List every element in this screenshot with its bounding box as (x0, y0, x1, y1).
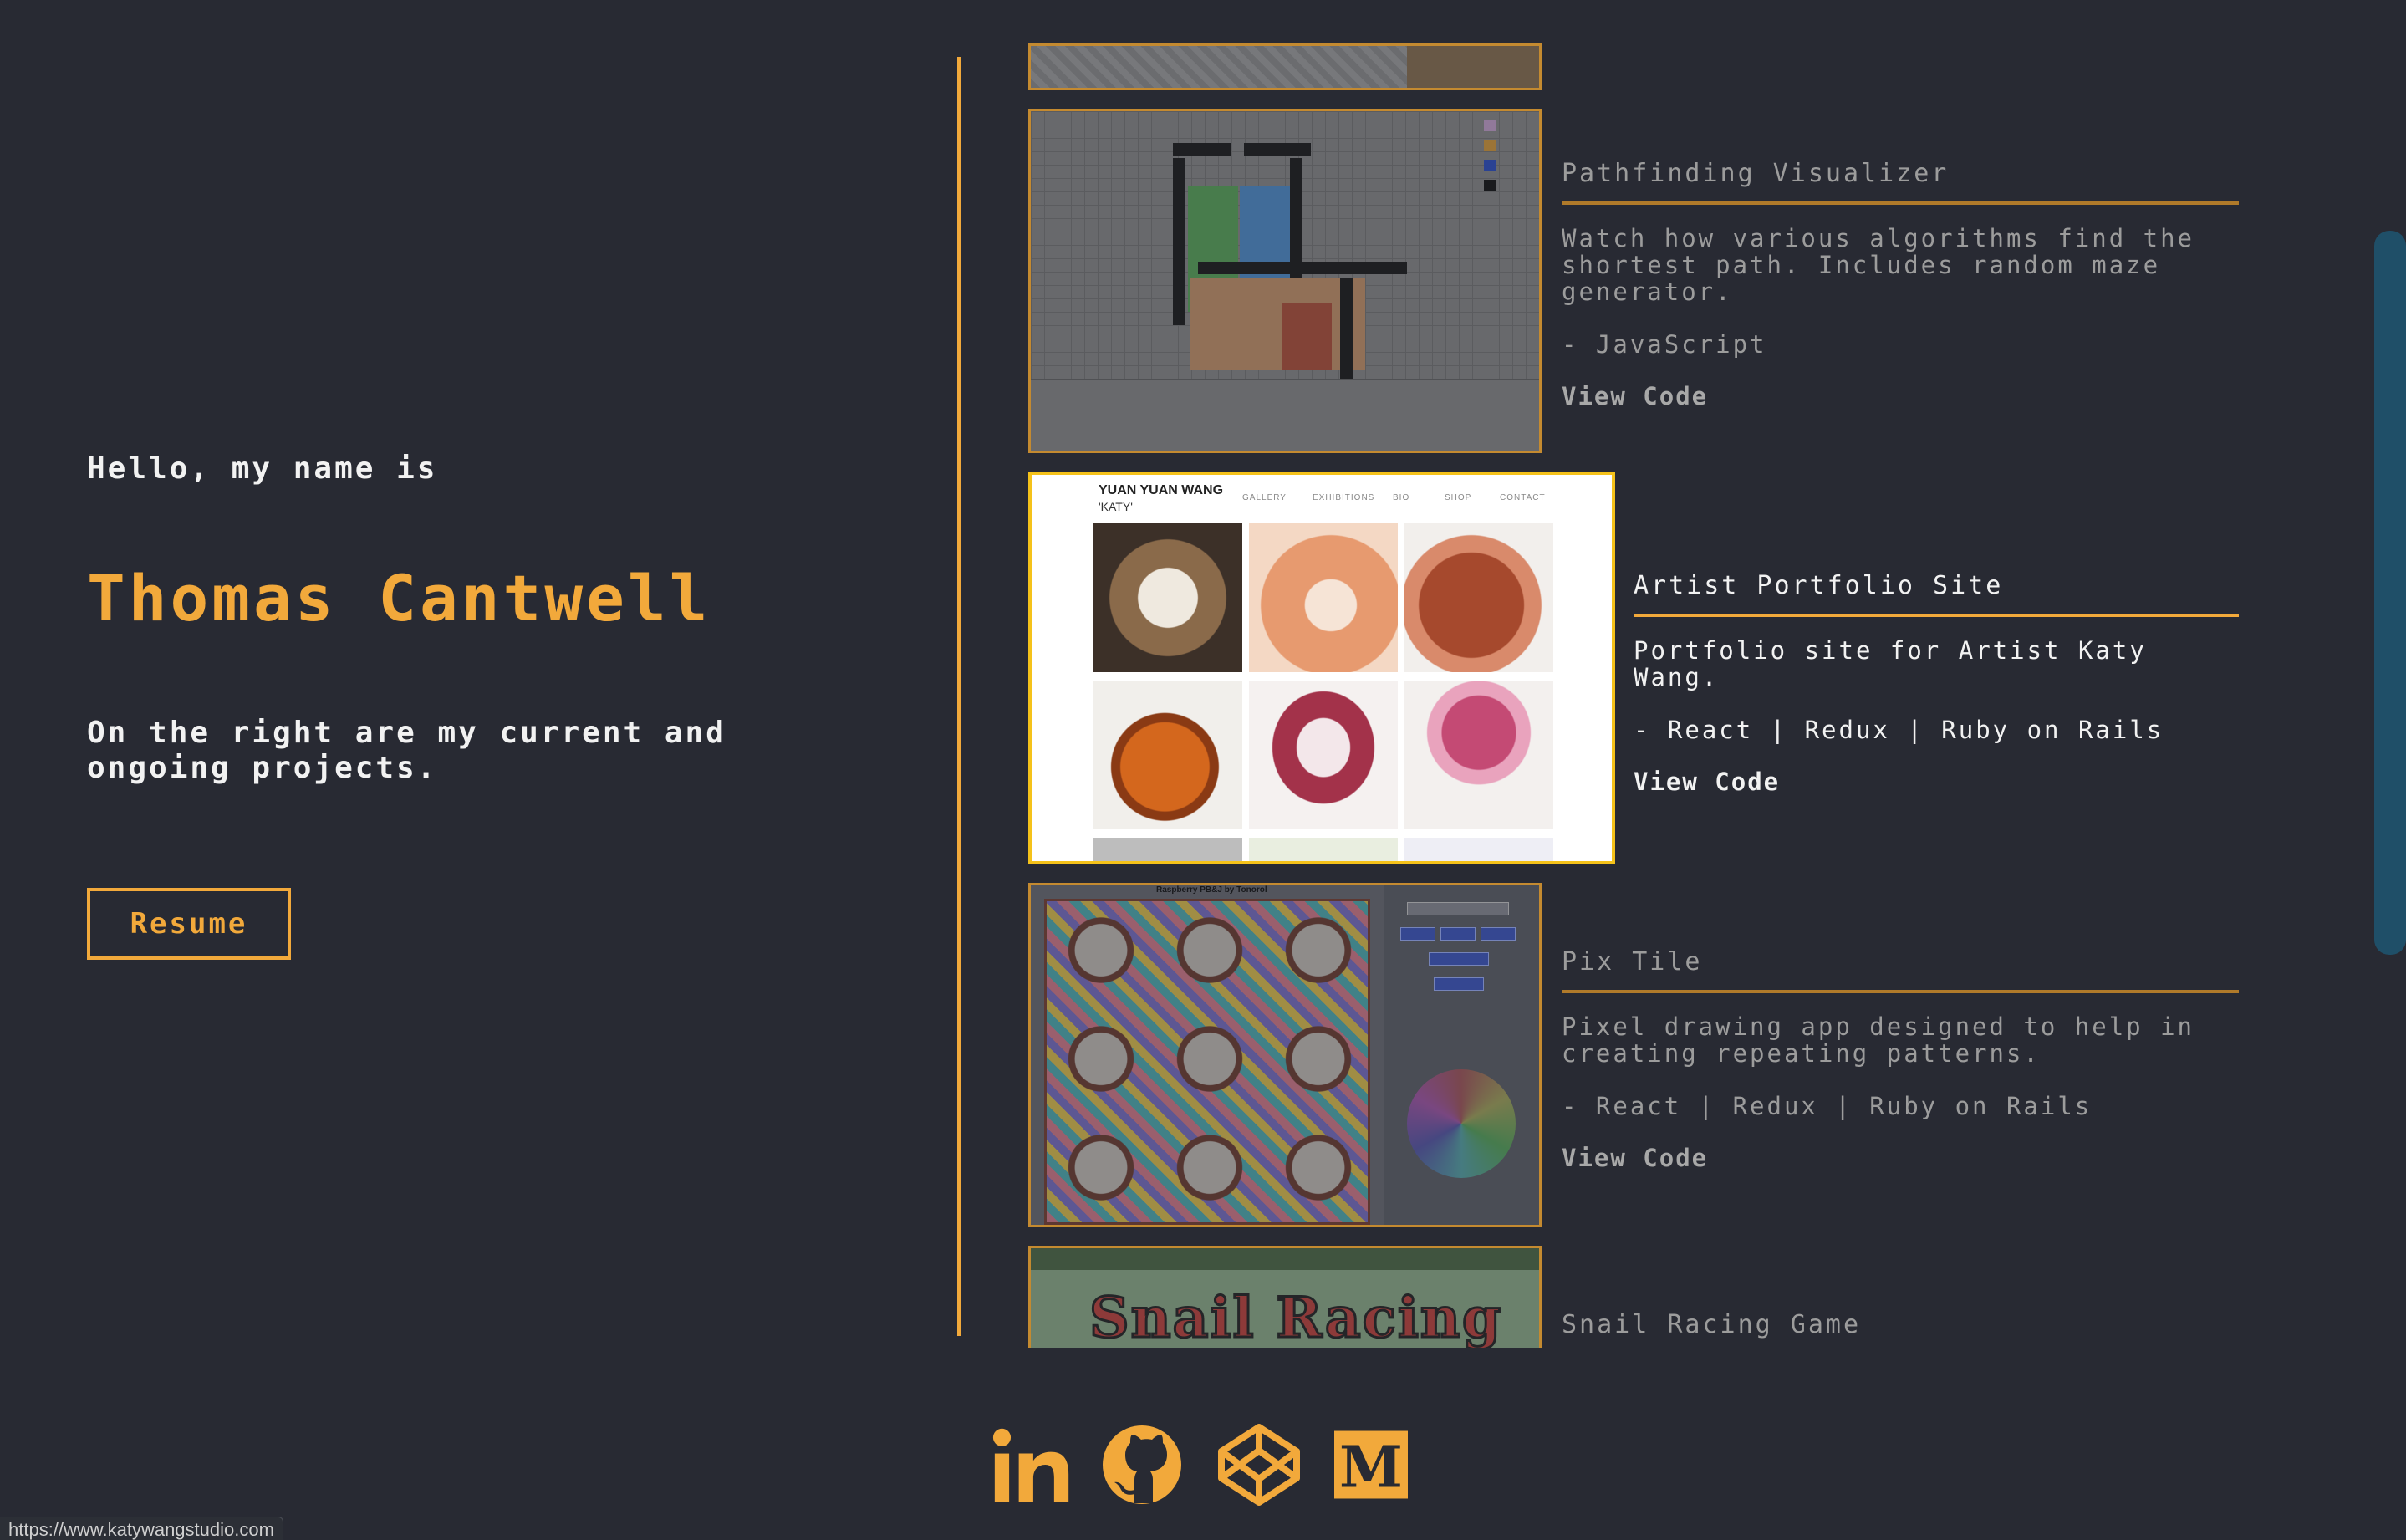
project-thumbnail-snail-racing[interactable]: Snail Racing (1028, 1246, 1542, 1348)
site-nav-bio: BIO (1393, 493, 1410, 502)
maze-visited (1240, 186, 1290, 287)
project-description: Portfolio site for Artist Katy Wang. (1634, 636, 2147, 691)
github-icon[interactable] (1100, 1423, 1184, 1507)
artwork-tile (1249, 838, 1398, 861)
view-code-link[interactable]: View Code (1562, 382, 1708, 410)
intro-tagline: On the right are my current and ongoing … (87, 716, 726, 785)
scrollbar-thumb[interactable] (2374, 231, 2406, 955)
stripe-pattern (1031, 46, 1407, 88)
codepen-icon[interactable] (1216, 1423, 1302, 1507)
maze-wall (1340, 278, 1353, 379)
site-nav-shop: SHOP (1445, 493, 1472, 502)
title-input (1407, 902, 1509, 915)
delete-button (1481, 927, 1516, 941)
view-code-link[interactable]: View Code (1634, 767, 1780, 796)
export-button (1429, 952, 1489, 966)
site-header-name: YUAN YUAN WANG (1099, 483, 1224, 497)
title-underline (1562, 201, 2239, 205)
pix-tool-panel (1384, 885, 1539, 1225)
legend-wall (1484, 180, 1496, 191)
maze-wall (1290, 158, 1302, 325)
artwork-tile (1404, 838, 1553, 861)
project-info-pix-tile: Pix Tile Pixel drawing app designed to h… (1562, 947, 2239, 1172)
site-nav-contact: CONTACT (1500, 493, 1546, 502)
project-tech: - React | Redux | Ruby on Rails (1634, 716, 2164, 744)
medium-icon[interactable]: M (1334, 1423, 1408, 1507)
projects-list[interactable]: Pathfinding Visualizer Watch how various… (1028, 0, 2266, 1348)
maze-wall (1173, 143, 1231, 156)
controls-panel (1031, 379, 1539, 451)
maze-grid (1031, 111, 1539, 451)
pix-app-title: Raspberry PB&J by Tonorol (1156, 885, 1267, 895)
legend-start (1484, 140, 1496, 151)
maze-wall (1198, 262, 1407, 274)
maze-wall (1244, 143, 1311, 156)
project-tech: - JavaScript (1562, 330, 1767, 359)
maze-path (1188, 186, 1238, 312)
project-title: Pathfinding Visualizer (1562, 159, 1950, 188)
game-background (1031, 1270, 1539, 1348)
owner-name: Thomas Cantwell (87, 561, 711, 635)
site-nav-exhibitions: EXHIBITIONS (1313, 493, 1375, 502)
game-logo: Snail Racing (1088, 1284, 1503, 1349)
update-button (1440, 927, 1476, 941)
title-underline (1562, 990, 2239, 993)
project-thumbnail-pix-tile[interactable]: Raspberry PB&J by Tonorol (1028, 883, 1542, 1227)
artwork-tile (1249, 523, 1398, 672)
legend-eraser (1484, 120, 1496, 131)
undo-button (1434, 977, 1484, 991)
project-title: Artist Portfolio Site (1634, 571, 2004, 600)
maze-wall (1173, 158, 1185, 325)
project-title: Pix Tile (1562, 947, 1703, 977)
link-status-url: https://www.katywangstudio.com (0, 1517, 283, 1540)
artwork-tile (1093, 838, 1242, 861)
artwork-tile (1404, 523, 1553, 672)
project-info-snail-racing: Snail Racing Game (1562, 1310, 2239, 1339)
intro-section: Hello, my name is Thomas Cantwell On the… (87, 451, 873, 786)
resume-button[interactable]: Resume (87, 888, 291, 960)
project-thumbnail-artist-portfolio[interactable]: YUAN YUAN WANG 'KATY' GALLERY EXHIBITION… (1028, 472, 1615, 864)
artwork-tile (1249, 681, 1398, 829)
project-thumbnail-previous[interactable] (1028, 43, 1542, 90)
vertical-divider (957, 57, 961, 1336)
maze-cost-area (1190, 278, 1365, 370)
project-info-pathfinding: Pathfinding Visualizer Watch how various… (1562, 159, 2239, 410)
site-nav-gallery: GALLERY (1242, 493, 1287, 502)
artwork-tile (1093, 681, 1242, 829)
artwork-tile (1093, 523, 1242, 672)
game-menu-bar (1031, 1248, 1539, 1270)
legend-end (1484, 160, 1496, 171)
project-description: Pixel drawing app designed to help in cr… (1562, 1012, 2195, 1068)
pattern-canvas (1044, 899, 1370, 1225)
project-description: Watch how various algorithms find the sh… (1562, 224, 2195, 306)
maze-cost-deep (1282, 303, 1332, 370)
artwork-tile (1404, 681, 1553, 829)
greeting-text: Hello, my name is (87, 451, 438, 486)
site-header-sub: 'KATY' (1099, 500, 1133, 513)
create-button (1400, 927, 1435, 941)
project-info-artist-portfolio: Artist Portfolio Site Portfolio site for… (1634, 571, 2239, 796)
project-tech: - React | Redux | Ruby on Rails (1562, 1092, 2093, 1120)
svg-text:M: M (1339, 1434, 1403, 1501)
view-code-link[interactable]: View Code (1562, 1144, 1708, 1172)
project-thumbnail-pathfinding[interactable] (1028, 109, 1542, 453)
linkedin-icon[interactable] (991, 1423, 1072, 1507)
title-underline (1634, 614, 2239, 617)
project-title: Snail Racing Game (1562, 1310, 1862, 1339)
color-wheel (1407, 1069, 1516, 1178)
